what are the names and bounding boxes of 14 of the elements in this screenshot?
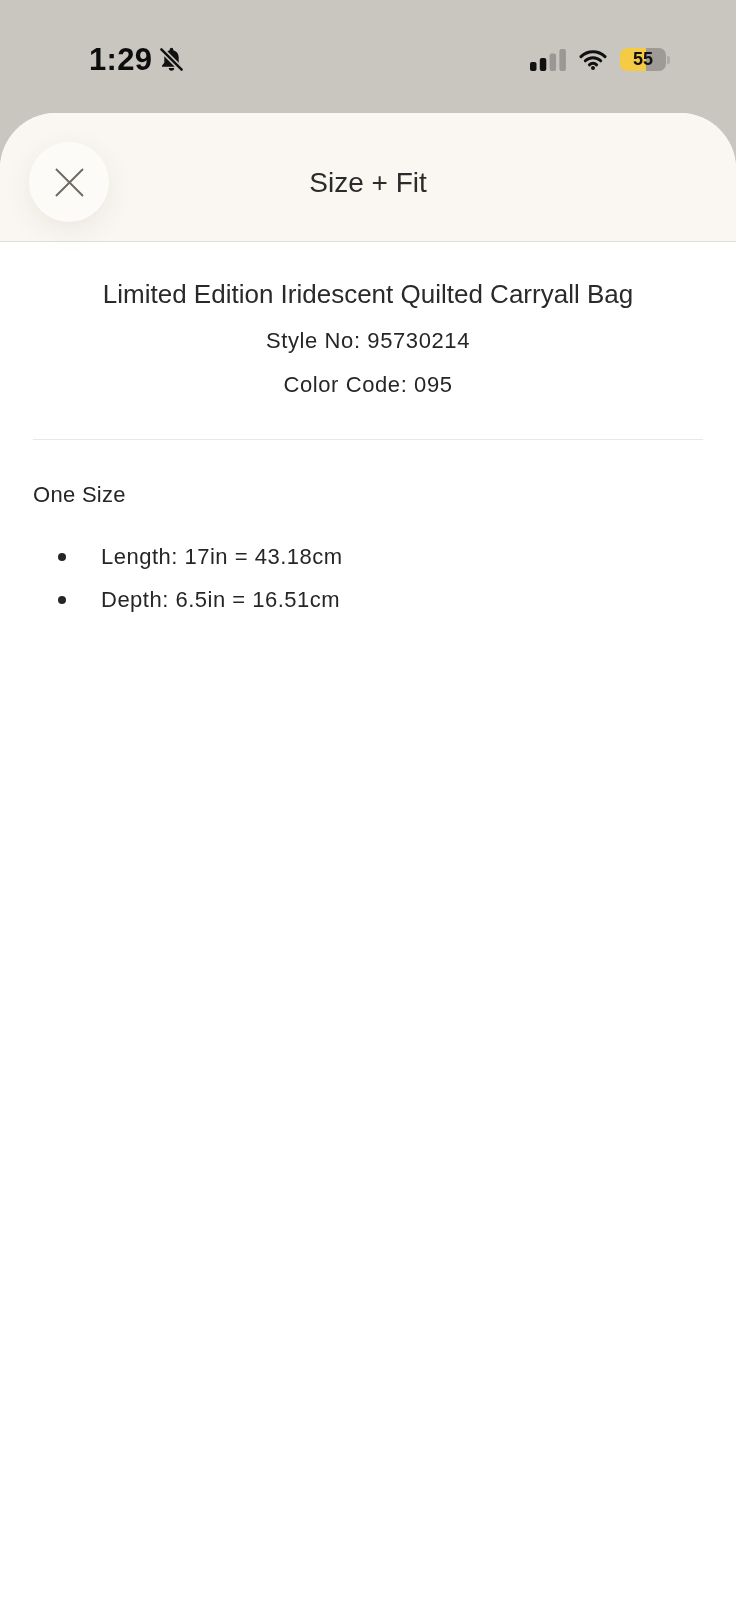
signal-icon [530,48,566,71]
bullet-icon [58,595,66,604]
bullet-icon [58,552,66,561]
wifi-icon [579,49,607,70]
close-icon [54,167,84,197]
color-code: Color Code: 095 [282,371,454,399]
size-heading: One Size [33,481,127,509]
status-time: 1:29 [89,41,153,78]
product-name: Limited Edition Iridescent Quilted Carryall Bag [101,278,635,311]
style-number: Style No: 95730214 [264,327,472,355]
measurement-text: Length: 17in = 43.18cm [101,543,343,570]
battery-indicator: 55 [620,48,670,71]
measurement-text: Depth: 6.5in = 16.51cm [101,586,341,613]
sheet-title: Size + Fit [309,166,427,199]
